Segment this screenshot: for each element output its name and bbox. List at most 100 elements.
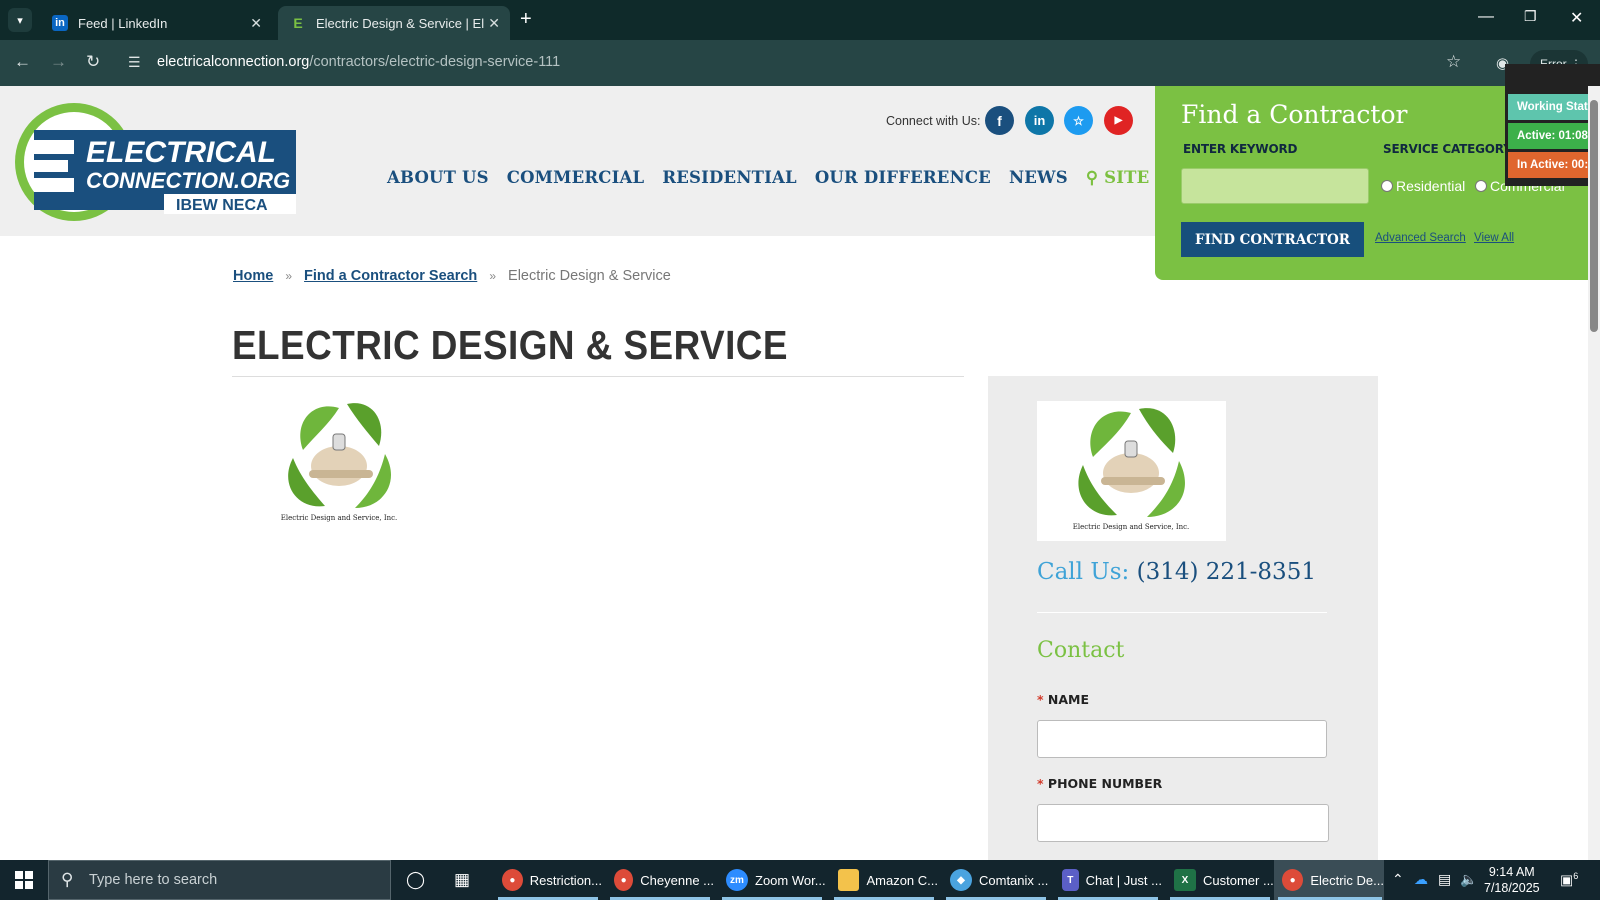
clock-date: 7/18/2025 [1484,881,1540,895]
name-input[interactable] [1037,720,1327,758]
tab-electric-design[interactable]: E Electric Design & Service | Electrical… [278,6,510,40]
taskbar-app-label: Restriction... [529,872,602,888]
radio-button[interactable] [1475,180,1487,192]
phone-input[interactable] [1037,804,1329,842]
nav-our-difference[interactable]: OUR DIFFERENCE [815,168,991,187]
sidebar-divider [1037,612,1327,613]
logo-line2: CONNECTION.ORG [86,168,290,193]
search-icon: ⚲ [61,870,74,889]
task-view-icon[interactable]: ▦ [454,870,470,890]
close-icon[interactable]: ✕ [488,15,500,32]
nav-residential[interactable]: RESIDENTIAL [662,168,797,187]
url-field[interactable]: electricalconnection.org/contractors/ele… [157,54,560,70]
twitter-icon[interactable]: ☆ [1064,106,1093,135]
taskbar-app-zoom[interactable]: zm Zoom Wor... [718,860,826,900]
breadcrumb-separator: » [285,269,293,283]
bookmark-star-icon[interactable]: ☆ [1446,52,1461,72]
contact-sidebar: Electric Design and Service, Inc. Call U… [988,376,1378,860]
phone-number-link[interactable]: (314) 221-8351 [1137,559,1316,585]
logo-line1: ELECTRICAL [86,136,276,169]
tray-chevron-icon[interactable]: ⌃ [1392,871,1404,888]
network-icon[interactable]: ▤ [1438,871,1451,888]
company-logo-text: Electric Design and Service, Inc. [281,514,398,522]
nav-about-us[interactable]: ABOUT US [387,168,489,187]
address-bar: ← → ↻ ☰ electricalconnection.org/contrac… [0,40,1600,86]
linkedin-social-icon[interactable]: in [1025,106,1054,135]
cortana-icon[interactable]: ◯ [406,870,425,890]
taskbar-app-excel[interactable]: X Customer ... [1166,860,1274,900]
youtube-icon[interactable]: ▶ [1104,106,1133,135]
keyword-input[interactable] [1181,168,1369,204]
title-divider [232,376,964,377]
taskbar-app-comtanix[interactable]: ◆ Comtanix ... [942,860,1050,900]
name-label-text: NAME [1047,692,1090,707]
taskbar-app-label: Amazon C... [866,872,938,888]
windows-taskbar: ⚲ Type here to search ◯ ▦ ● Restriction..… [0,860,1600,900]
phone-label-text: PHONE NUMBER [1047,776,1163,791]
excel-icon: X [1174,869,1196,891]
chrome-icon: ● [502,869,523,891]
search-icon: ⚲ [1085,168,1105,187]
working-status[interactable]: Working Status [1508,94,1600,120]
breadcrumb-current: Electric Design & Service [508,268,671,284]
window-close-icon[interactable]: ✕ [1570,8,1583,28]
page-scrollbar[interactable] [1588,86,1600,860]
keyword-label: ENTER KEYWORD [1183,142,1298,156]
system-clock[interactable]: 9:14 AM 7/18/2025 [1484,864,1540,896]
site-info-icon[interactable]: ☰ [128,54,141,71]
minimize-icon[interactable]: — [1478,8,1494,26]
finder-title: Find a Contractor [1181,100,1408,129]
breadcrumb-separator: » [489,269,496,283]
volume-icon[interactable]: 🔈 [1460,871,1477,888]
taskbar-app-teams[interactable]: T Chat | Just ... [1054,860,1162,900]
sidebar-logo-text: Electric Design and Service, Inc. [1073,523,1190,531]
nav-commercial[interactable]: COMMERCIAL [507,168,645,187]
browser-tab-bar: ▾ in Feed | LinkedIn ✕ E Electric Design… [0,0,1600,40]
radio-residential[interactable]: Residential [1381,178,1465,194]
ec-favicon-icon: E [293,15,303,31]
close-icon[interactable]: ✕ [250,15,262,32]
breadcrumb-home[interactable]: Home [233,268,273,284]
tab-linkedin[interactable]: in Feed | LinkedIn ✕ [40,6,272,40]
taskbar-app-explorer[interactable]: Amazon C... [830,860,938,900]
taskbar-app-label: Chat | Just ... [1085,872,1162,888]
taskbar-app-chrome-cheyenne[interactable]: ● Cheyenne ... [606,860,714,900]
advanced-search-link[interactable]: Advanced Search [1375,232,1466,244]
inactive-timer: In Active: 00:01 [1508,152,1600,178]
radio-button[interactable] [1381,180,1393,192]
forward-icon[interactable]: → [50,52,67,72]
taskbar-search-input[interactable]: ⚲ Type here to search [48,860,391,900]
electrical-connection-logo[interactable]: ELECTRICAL CONNECTION.ORG IBEW NECA [14,102,296,222]
taskbar-app-label: Cheyenne ... [640,872,714,888]
reload-icon[interactable]: ↻ [86,52,100,72]
find-contractor-button[interactable]: FIND CONTRACTOR [1181,222,1364,257]
nav-news[interactable]: NEWS [1009,168,1068,187]
facebook-icon[interactable]: f [985,106,1014,135]
notification-count: 6 [1573,871,1579,881]
teams-icon: T [1062,869,1079,891]
windows-start-icon[interactable] [0,860,48,900]
active-timer: Active: 01:08:56 [1508,123,1600,149]
notification-icon[interactable]: ▣6 [1560,871,1578,889]
restore-icon[interactable]: ❐ [1524,8,1537,25]
taskbar-app-label: Customer ... [1203,872,1274,888]
time-tracker-extension: Working Status Active: 01:08:56 In Activ… [1505,64,1600,186]
name-field-label: * NAME [1037,692,1089,707]
view-all-link[interactable]: View All [1474,232,1514,244]
call-us: Call Us: (314) 221-8351 [1037,559,1316,585]
linkedin-icon: in [52,15,68,31]
required-mark: * [1037,692,1044,707]
taskbar-app-label: Electric De... [1310,872,1384,888]
url-path: /contractors/electric-design-service-111 [309,54,561,70]
breadcrumb-contractor-search[interactable]: Find a Contractor Search [304,268,477,284]
scrollbar-thumb[interactable] [1590,100,1598,332]
radio-residential-label: Residential [1396,178,1466,194]
taskbar-app-chrome-restriction[interactable]: ● Restriction... [494,860,602,900]
onedrive-icon[interactable]: ☁ [1414,871,1428,888]
new-tab-icon[interactable]: + [520,8,532,31]
logo-tag: IBEW NECA [176,197,268,214]
page-title: ELECTRIC DESIGN & SERVICE [232,322,788,368]
tab-search-dropdown[interactable]: ▾ [8,8,32,32]
taskbar-app-chrome-electric[interactable]: ● Electric De... [1274,860,1384,900]
back-icon[interactable]: ← [14,52,31,72]
